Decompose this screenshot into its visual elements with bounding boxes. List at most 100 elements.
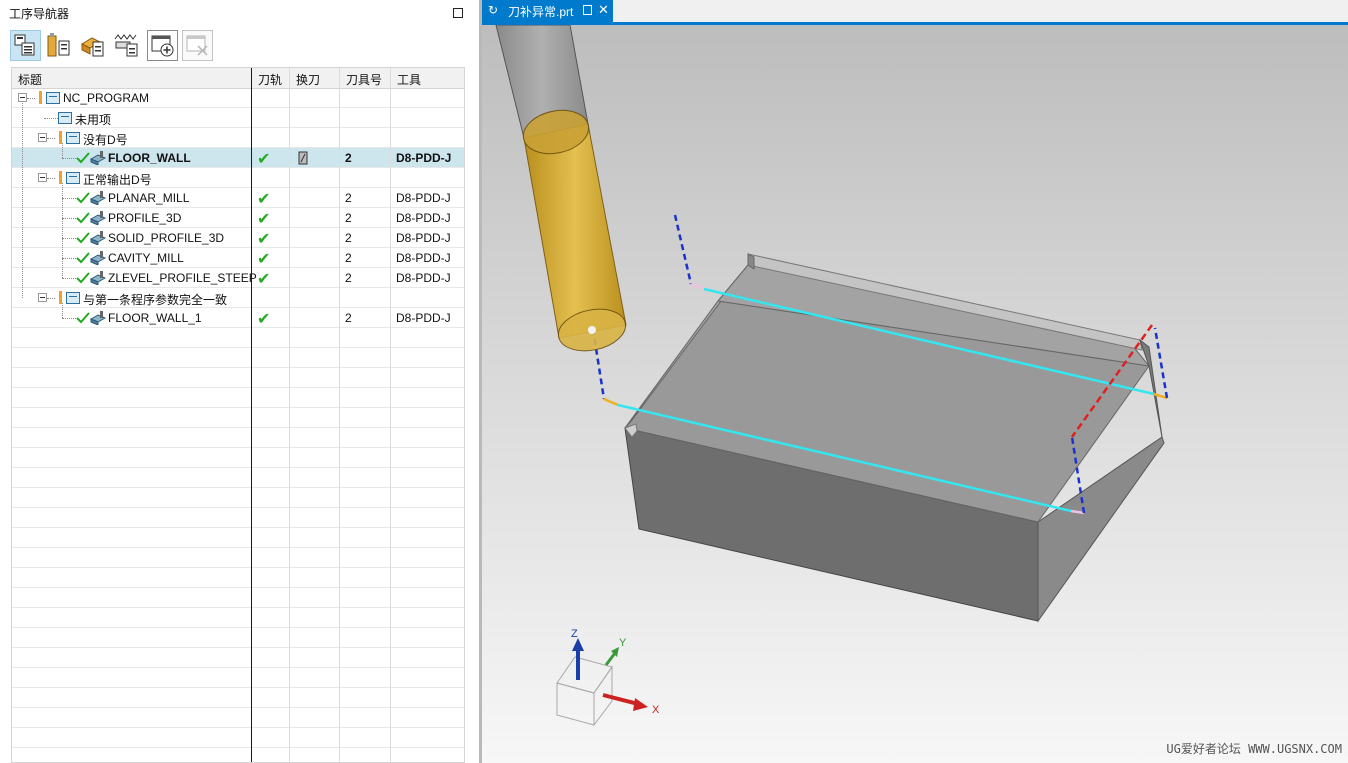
- tree-connector: [62, 143, 63, 158]
- machine-tool-view-icon[interactable]: [44, 30, 75, 61]
- tree-connector: [62, 303, 63, 318]
- collapse-toggle-icon[interactable]: [38, 173, 47, 182]
- operation-name: PLANAR_MILL: [108, 191, 190, 205]
- tool-number-cell: 2: [345, 151, 352, 165]
- table-row[interactable]: FLOOR_WALL ✔ 2 D8-PDD-J: [12, 148, 464, 168]
- tree-connector: [62, 198, 76, 199]
- operation-name: 没有D号: [83, 133, 128, 147]
- empty-row: [12, 348, 464, 368]
- view-triad[interactable]: Z Y X: [556, 628, 660, 727]
- table-row[interactable]: FLOOR_WALL_1 ✔ 2 D8-PDD-J: [12, 308, 464, 328]
- maximize-icon[interactable]: [453, 8, 463, 18]
- collapse-toggle-icon[interactable]: [38, 293, 47, 302]
- geometry-view-icon[interactable]: [78, 30, 109, 61]
- tree-connector: [62, 318, 76, 319]
- float-window-icon[interactable]: [583, 5, 592, 15]
- tool-name-cell: D8-PDD-J: [396, 311, 451, 325]
- status-check-icon: [76, 272, 90, 284]
- toolpath-status-icon: ✔: [257, 151, 271, 168]
- empty-row: [12, 688, 464, 708]
- program-folder-icon: [66, 292, 80, 304]
- table-row[interactable]: PROFILE_3D ✔ 2 D8-PDD-J: [12, 208, 464, 228]
- operation-name: FLOOR_WALL_1: [108, 311, 202, 325]
- program-order-view-icon[interactable]: [10, 30, 41, 61]
- create-operation-icon[interactable]: [147, 30, 178, 61]
- tree-connector: [62, 183, 63, 278]
- tool-name-cell: D8-PDD-J: [396, 191, 451, 205]
- tree-connector: [27, 98, 35, 99]
- status-check-icon: [76, 312, 90, 324]
- tool-name-cell: D8-PDD-J: [396, 271, 451, 285]
- collapse-toggle-icon[interactable]: [38, 133, 47, 142]
- column-header-toolchange[interactable]: 换刀: [296, 71, 320, 88]
- table-row[interactable]: 与第一条程序参数完全一致: [12, 288, 464, 308]
- table-row[interactable]: 没有D号: [12, 128, 464, 148]
- operation-name: CAVITY_MILL: [108, 251, 184, 265]
- delete-operation-icon[interactable]: [182, 30, 213, 61]
- empty-row: [12, 388, 464, 408]
- empty-row: [12, 548, 464, 568]
- milling-operation-icon: [90, 211, 106, 225]
- status-check-icon: [76, 192, 90, 204]
- empty-row: [12, 648, 464, 668]
- unused-folder-icon: [58, 112, 72, 124]
- tree-connector: [62, 278, 76, 279]
- table-row[interactable]: 未用项: [12, 108, 464, 128]
- empty-row: [12, 408, 464, 428]
- operation-name: 未用项: [75, 113, 112, 127]
- method-view-icon[interactable]: [112, 30, 143, 61]
- tree-connector: [47, 298, 55, 299]
- column-header-title[interactable]: 标题: [18, 71, 42, 88]
- operation-name: SOLID_PROFILE_3D: [108, 231, 225, 245]
- empty-row: [12, 668, 464, 688]
- operation-tree-grid: 标题 刀轨 换刀 刀具号 工具 NC_PROGRAM 未用项没有D号 FLOOR_W…: [11, 67, 465, 763]
- collapse-toggle-icon[interactable]: [18, 93, 27, 102]
- table-row[interactable]: SOLID_PROFILE_3D ✔ 2 D8-PDD-J: [12, 228, 464, 248]
- empty-row: [12, 608, 464, 628]
- empty-row: [12, 448, 464, 468]
- tree-connector: [62, 218, 76, 219]
- empty-row: [12, 728, 464, 748]
- toolpath-status-icon: ✔: [257, 251, 271, 268]
- document-tab-bar: ↻ 刀补异常.prt ✕: [482, 0, 1348, 25]
- table-row[interactable]: NC_PROGRAM: [12, 88, 464, 108]
- column-divider: [390, 68, 391, 762]
- tree-connector: [47, 138, 55, 139]
- document-tab[interactable]: ↻ 刀补异常.prt ✕: [482, 0, 613, 22]
- cutting-tool[interactable]: [495, 25, 629, 357]
- table-row[interactable]: CAVITY_MILL ✔ 2 D8-PDD-J: [12, 248, 464, 268]
- tool-number-cell: 2: [345, 251, 352, 265]
- close-icon[interactable]: ✕: [598, 2, 609, 18]
- empty-row: [12, 368, 464, 388]
- table-row[interactable]: ZLEVEL_PROFILE_STEEP ✔ 2 D8-PDD-J: [12, 268, 464, 288]
- milling-operation-icon: [90, 271, 106, 285]
- toolpath-status-icon: ✔: [257, 311, 271, 328]
- milling-operation-icon: [90, 231, 106, 245]
- warning-exclamation-icon: [39, 91, 42, 104]
- graphics-viewport[interactable]: Z Y X UG爱好者论坛 WWW.UGSNX.COM: [482, 25, 1348, 763]
- empty-row: [12, 628, 464, 648]
- empty-row: [12, 468, 464, 488]
- tool-change-icon: [298, 151, 308, 165]
- empty-row: [12, 568, 464, 588]
- column-divider: [289, 68, 290, 762]
- operation-navigator-panel: 工序导航器 标题 刀轨 换刀 刀具号 工具 NC_PROGRAM 未用项 没有D…: [0, 0, 473, 763]
- operation-name: NC_PROGRAM: [63, 91, 150, 105]
- status-check-icon: [76, 212, 90, 224]
- table-row[interactable]: 正常输出D号: [12, 168, 464, 188]
- column-header-tool-number[interactable]: 刀具号: [346, 71, 382, 88]
- table-row[interactable]: PLANAR_MILL ✔ 2 D8-PDD-J: [12, 188, 464, 208]
- tree-connector: [62, 238, 76, 239]
- empty-row: [12, 528, 464, 548]
- empty-row: [12, 748, 464, 762]
- column-divider: [251, 68, 252, 762]
- tree-connector: [44, 118, 58, 119]
- empty-row: [12, 328, 464, 348]
- toolpath-status-icon: ✔: [257, 231, 271, 248]
- axis-z-label: Z: [571, 628, 578, 640]
- workpiece-part[interactable]: [624, 253, 1165, 623]
- toolpath-status-icon: ✔: [257, 271, 271, 288]
- operation-name: 正常输出D号: [83, 173, 152, 187]
- column-header-tool[interactable]: 工具: [397, 71, 421, 88]
- column-header-toolpath[interactable]: 刀轨: [258, 71, 282, 88]
